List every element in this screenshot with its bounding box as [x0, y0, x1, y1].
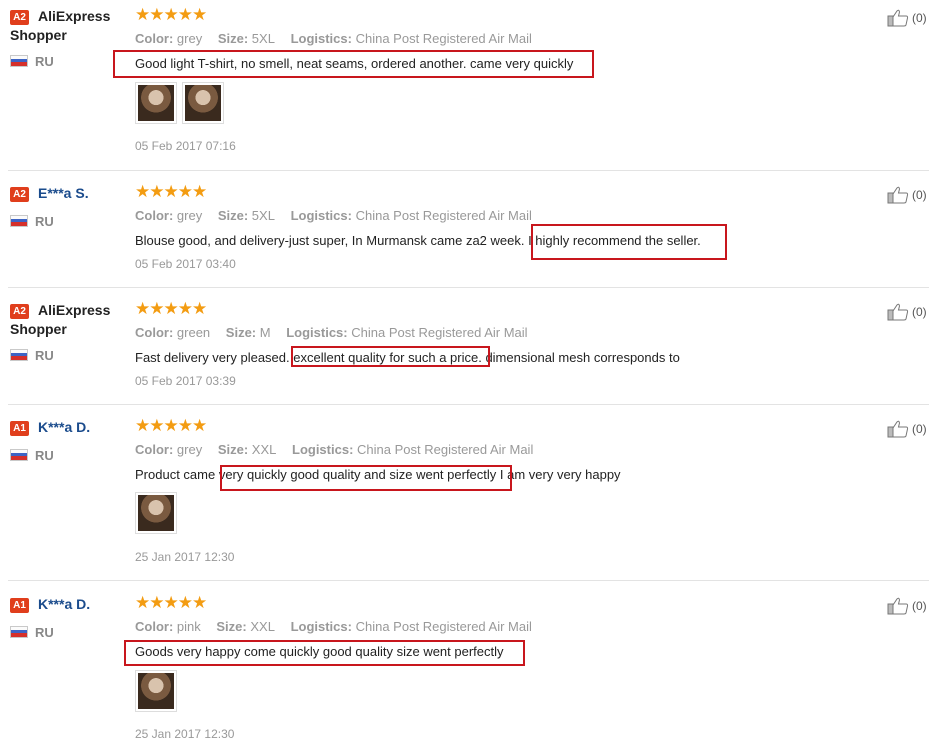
color-label: Color: — [135, 619, 174, 634]
order-info: Color: grey Size: 5XL Logistics: China P… — [135, 31, 532, 46]
reviewer-name[interactable]: AliExpress — [38, 302, 110, 318]
review-item: A2 E***a S. RU ★★★★★ Color: grey Size: 5… — [0, 171, 929, 287]
color-value: pink — [176, 619, 201, 634]
reviews-list: A2 AliExpress Shopper RU ★★★★★ Color: gr… — [0, 0, 945, 754]
color-value: grey — [176, 208, 203, 223]
country-code: RU — [35, 214, 54, 229]
review-item: A1 K***a D. RU ★★★★★ Color: grey Size: X… — [0, 405, 929, 580]
star-rating: ★★★★★ — [135, 416, 207, 435]
size-value: 5XL — [251, 208, 275, 223]
logistics-value: China Post Registered Air Mail — [355, 31, 532, 46]
star-rating: ★★★★★ — [135, 299, 207, 318]
review-photo-thumbnail[interactable] — [135, 82, 177, 124]
logistics-value: China Post Registered Air Mail — [351, 325, 528, 340]
like-button[interactable]: (0) — [887, 303, 927, 321]
like-count: (0) — [912, 422, 927, 436]
reviewer-name[interactable]: K***a D. — [38, 419, 90, 435]
review-item: A2 AliExpress Shopper RU ★★★★★ Color: gr… — [0, 0, 929, 170]
review-photo-thumbnail[interactable] — [182, 82, 224, 124]
thumbs-up-icon — [887, 303, 909, 321]
russia-flag-icon — [10, 55, 28, 67]
color-value: grey — [176, 442, 203, 457]
review-date: 05 Feb 2017 07:16 — [135, 139, 236, 153]
reviewer-name-line2[interactable]: Shopper — [10, 321, 67, 337]
logistics-value: China Post Registered Air Mail — [355, 619, 532, 634]
highlight-box — [531, 224, 727, 260]
size-label: Size: — [216, 619, 247, 634]
logistics-label: Logistics: — [290, 31, 352, 46]
size-value: 5XL — [251, 31, 275, 46]
review-date: 05 Feb 2017 03:39 — [135, 374, 236, 388]
review-photo-thumbnail[interactable] — [135, 492, 177, 534]
reviewer-name-line2[interactable]: Shopper — [10, 27, 67, 43]
like-button[interactable]: (0) — [887, 420, 927, 438]
reviewer-name[interactable]: K***a D. — [38, 596, 90, 612]
reviewer-name[interactable]: E***a S. — [38, 185, 89, 201]
size-value: M — [259, 325, 271, 340]
like-count: (0) — [912, 11, 927, 25]
order-info: Color: grey Size: 5XL Logistics: China P… — [135, 208, 532, 223]
buyer-level-badge: A2 — [10, 187, 29, 202]
color-value: green — [176, 325, 211, 340]
logistics-value: China Post Registered Air Mail — [357, 442, 534, 457]
thumbs-up-icon — [887, 9, 909, 27]
reviewer-name[interactable]: AliExpress — [38, 8, 110, 24]
russia-flag-icon — [10, 626, 28, 638]
size-label: Size: — [217, 31, 249, 46]
review-date: 25 Jan 2017 12:30 — [135, 727, 235, 741]
star-rating: ★★★★★ — [135, 593, 207, 612]
star-rating: ★★★★★ — [135, 5, 207, 24]
like-count: (0) — [912, 305, 927, 319]
logistics-label: Logistics: — [286, 325, 348, 340]
color-label: Color: — [135, 442, 174, 457]
review-date: 25 Jan 2017 12:30 — [135, 550, 235, 564]
like-count: (0) — [912, 188, 927, 202]
review-photo-thumbnail[interactable] — [135, 670, 177, 712]
like-button[interactable]: (0) — [887, 9, 927, 27]
highlight-box — [113, 50, 594, 78]
color-label: Color: — [135, 31, 174, 46]
color-value: grey — [176, 31, 203, 46]
like-button[interactable]: (0) — [887, 597, 927, 615]
thumbs-up-icon — [887, 597, 909, 615]
order-info: Color: green Size: M Logistics: China Po… — [135, 325, 528, 340]
russia-flag-icon — [10, 215, 28, 227]
logistics-label: Logistics: — [290, 619, 352, 634]
thumbs-up-icon — [887, 186, 909, 204]
color-label: Color: — [135, 208, 174, 223]
color-label: Color: — [135, 325, 174, 340]
review-item: A2 AliExpress Shopper RU ★★★★★ Color: gr… — [0, 288, 929, 404]
highlight-box — [220, 465, 512, 491]
thumbs-up-icon — [887, 420, 909, 438]
size-value: XXL — [251, 442, 277, 457]
country-code: RU — [35, 54, 54, 69]
size-value: XXL — [250, 619, 275, 634]
size-label: Size: — [225, 325, 257, 340]
star-rating: ★★★★★ — [135, 182, 207, 201]
logistics-value: China Post Registered Air Mail — [355, 208, 532, 223]
review-item: A1 K***a D. RU ★★★★★ Color: pink Size: X… — [0, 581, 929, 754]
size-label: Size: — [217, 442, 249, 457]
buyer-level-badge: A1 — [10, 598, 29, 613]
russia-flag-icon — [10, 449, 28, 461]
highlight-box — [291, 346, 490, 367]
country-code: RU — [35, 448, 54, 463]
review-date: 05 Feb 2017 03:40 — [135, 257, 236, 271]
country-code: RU — [35, 625, 54, 640]
russia-flag-icon — [10, 349, 28, 361]
country-code: RU — [35, 348, 54, 363]
size-label: Size: — [217, 208, 249, 223]
buyer-level-badge: A2 — [10, 10, 29, 25]
order-info: Color: pink Size: XXL Logistics: China P… — [135, 619, 532, 634]
highlight-box — [124, 640, 525, 666]
like-count: (0) — [912, 599, 927, 613]
logistics-label: Logistics: — [290, 208, 352, 223]
like-button[interactable]: (0) — [887, 186, 927, 204]
logistics-label: Logistics: — [292, 442, 354, 457]
order-info: Color: grey Size: XXL Logistics: China P… — [135, 442, 533, 457]
buyer-level-badge: A1 — [10, 421, 29, 436]
buyer-level-badge: A2 — [10, 304, 29, 319]
